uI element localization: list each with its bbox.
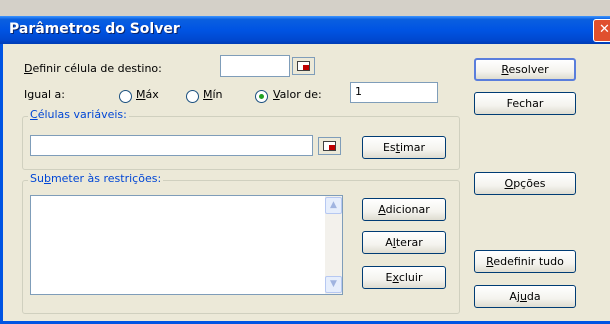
add-constraint-button[interactable]: Adicionar (362, 198, 446, 221)
reset-all-button[interactable]: Redefinir tudo (474, 250, 576, 273)
constraints-legend: Submeter às restrições: (28, 172, 164, 185)
background-strip (0, 0, 610, 16)
help-button[interactable]: Ajuda (474, 285, 576, 308)
constraints-scrollbar[interactable]: ▲ ▼ (325, 196, 342, 294)
close-icon: ✕ (599, 22, 610, 37)
scroll-up-icon[interactable]: ▲ (325, 197, 342, 214)
solve-button[interactable]: Resolver (474, 58, 576, 81)
variable-cells-collapse-button[interactable] (318, 137, 341, 155)
close-dialog-button[interactable]: Fechar (474, 92, 576, 115)
value-of-input[interactable]: 1 (350, 82, 438, 103)
min-radio-label[interactable]: Mín (203, 88, 223, 101)
value-of-radio-label[interactable]: Valor de: (273, 88, 322, 101)
window-title: Parâmetros do Solver (9, 21, 180, 37)
min-radio[interactable] (186, 90, 199, 103)
guess-button[interactable]: Estimar (362, 136, 446, 159)
variable-cells-input[interactable] (30, 135, 313, 156)
max-radio-label[interactable]: Máx (136, 88, 159, 101)
close-button[interactable]: ✕ (593, 19, 610, 42)
target-cell-input[interactable] (220, 55, 290, 77)
change-constraint-button[interactable]: Alterar (362, 231, 446, 254)
variable-cells-legend: Células variáveis: (28, 108, 129, 121)
value-of-radio[interactable] (255, 90, 268, 103)
target-cell-collapse-button[interactable] (292, 57, 315, 75)
delete-constraint-button[interactable]: Excluir (362, 266, 446, 289)
equal-to-label: Igual a: (24, 88, 65, 101)
scroll-down-icon[interactable]: ▼ (325, 276, 342, 293)
title-bar[interactable]: Parâmetros do Solver ✕ (0, 16, 610, 44)
constraints-list[interactable]: ▲ ▼ (30, 195, 343, 295)
max-radio[interactable] (119, 90, 132, 103)
options-button[interactable]: Opções (474, 172, 576, 195)
target-cell-label: Definir célula de destino: (24, 62, 162, 75)
